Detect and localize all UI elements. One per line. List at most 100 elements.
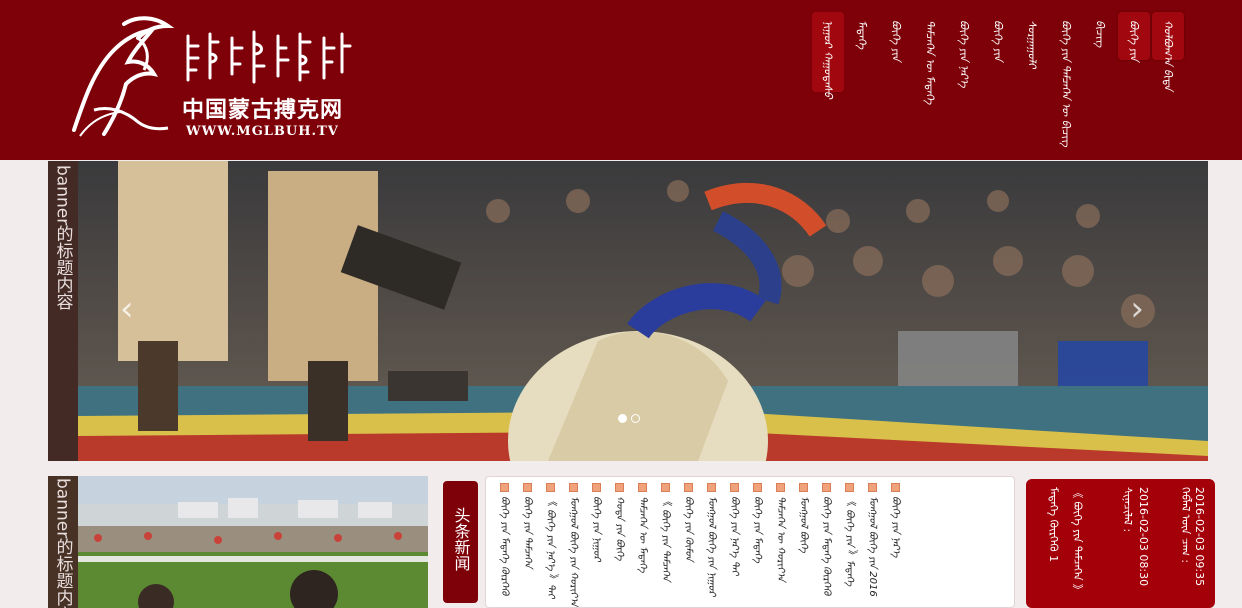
bullet-square-icon <box>844 483 854 492</box>
nav-item-label: ᠨᠢᠭᠤᠷ ᠬᠠᠭᠤᠳᠠᠰᠤ <box>821 20 835 99</box>
news-item-title: ᠲᠡᠮᠴᠡᠭᠡᠨ ᠦ ᠮᠡᠳᠡᠭᠡ <box>637 496 648 573</box>
nav-item-9[interactable]: ᠪᠦᠬᠡ ᠶᠢᠨ <box>880 12 912 132</box>
nav-item-label: ᠪᠦᠬᠡ ᠶᠢᠨ <box>991 20 1005 61</box>
bullet-square-icon <box>890 483 900 492</box>
wrestler-logo-icon <box>72 16 175 137</box>
news-item[interactable]: 《 ᠪᠦᠬᠡ ᠶᠢᠨ 》ᠮᠡᠳᠡᠭᠡ <box>839 483 859 607</box>
news-item[interactable]: ᠲᠡᠮᠴᠡᠭᠡᠨ ᠦ ᠬᠣᠷᠢᠶ᠎ᠠ <box>770 483 790 607</box>
banner-wrestling-photo <box>78 161 1208 461</box>
news-item[interactable]: ᠲᠡᠮᠴᠡᠭᠡᠨ ᠦ ᠮᠡᠳᠡᠭᠡ <box>632 483 652 607</box>
site-chinese-name: 中国蒙古搏克网 <box>182 97 344 123</box>
banner-caption: banner的标题内容 <box>52 165 73 311</box>
bullet-square-icon <box>729 483 739 492</box>
nav-item-label: ᠪᠢᠴᠢᠭ <box>1093 20 1107 48</box>
nav-item-10[interactable]: ᠮᠡᠳᠡᠭᠡ <box>846 12 878 132</box>
nav-item-3[interactable]: ᠪᠢᠴᠢᠭ <box>1084 12 1116 132</box>
info-published-time: 2016-02-03 09:35 <box>1193 487 1206 587</box>
headline-news-tab[interactable]: 头条新闻 <box>443 481 478 603</box>
news-item-title: ᠬᠣᠲᠠ ᠶᠢᠨ ᠪᠦᠬᠡ <box>614 496 625 561</box>
bullet-square-icon <box>821 483 831 492</box>
info-count: ᠮᠡᠳᠡᠭᠡ ᠬᠦᠷᠭᠡᠬᠦ 1 <box>1047 487 1060 563</box>
news-item-title: ᠮᠣᠩᠭᠣᠯ ᠪᠦᠬᠡ <box>798 496 809 553</box>
bullet-square-icon <box>867 483 877 492</box>
nav-item-label: ᠪᠦᠬᠡ ᠶᠢᠨ ᠲᠡᠮᠴᠡᠭᠡᠨ ᠦ ᠪᠢᠴᠢᠭ <box>1059 20 1073 147</box>
news-item[interactable]: ᠪᠦᠬᠡ ᠶᠢᠨ ᠬᠦᠮᠦᠨ <box>678 483 698 607</box>
news-item[interactable]: ᠮᠣᠩᠭᠣᠯ ᠪᠦᠬᠡ ᠶᠢᠨ ᠬᠣᠷᠢᠶ᠎ᠠ <box>563 483 583 607</box>
bullet-square-icon <box>499 483 509 492</box>
secondary-banner-caption-strip: banner的标题内容 <box>48 476 78 608</box>
nav-item-4[interactable]: ᠪᠦᠬᠡ ᠶᠢᠨ ᠲᠡᠮᠴᠡᠭᠡᠨ ᠦ ᠪᠢᠴᠢᠭ <box>1050 12 1082 147</box>
mongolian-title-script <box>186 30 352 84</box>
news-item[interactable]: ᠪᠦᠬᠡ ᠶᠢᠨ ᠮᠡᠳᠡᠭᠡ ᠬᠦᠷᠭᠡᠬᠦ <box>816 483 836 607</box>
nav-item-8[interactable]: ᠲᠡᠮᠴᠡᠭᠡᠨ ᠦ ᠮᠡᠳᠡᠭᠡ <box>914 12 946 132</box>
news-item-title: ᠪᠦᠬᠡ ᠶᠢᠨ ᠮᠡᠳᠡᠭᠡ <box>752 496 763 563</box>
news-item[interactable]: ᠪᠦᠬᠡ ᠶᠢᠨ ᠨᠢᠭᠤᠷ <box>586 483 606 607</box>
bullet-square-icon <box>637 483 647 492</box>
banner-carousel[interactable]: banner的标题内容 ‹ › <box>48 161 1208 461</box>
news-item-title: ᠪᠦᠬᠡ ᠶᠢᠨ ᠨᠡᠷ᠎ᠡ ᠲᠠᠢ <box>729 496 740 576</box>
news-item[interactable]: ᠬᠣᠲᠠ ᠶᠢᠨ ᠪᠦᠬᠡ <box>609 483 629 607</box>
news-item-title: 《 ᠪᠦᠬᠡ ᠶᠢᠨ ᠨᠡᠷ᠎ᠡ 》ᠲᠠᠢ <box>545 496 556 599</box>
news-item[interactable]: 《 ᠪᠦᠬᠡ ᠶᠢᠨ ᠲᠡᠮᠴᠡᠭᠡᠨ <box>655 483 675 607</box>
bullet-square-icon <box>522 483 532 492</box>
news-item-title: ᠪᠦᠬᠡ ᠶᠢᠨ ᠨᠡᠷ᠎ᠡ <box>890 496 901 558</box>
nav-item-contact[interactable]: ᠬᠣᠯᠪᠣᠭ᠎ᠠ ᠪᠢᠳᠡ <box>1152 12 1184 91</box>
site-logo[interactable]: 中国蒙古搏克网 WWW.MGLBUH.TV <box>64 10 354 140</box>
nav-item-label: ᠮᠡᠳᠡᠭᠡ <box>855 20 869 50</box>
nav-item-11[interactable]: ᠨᠢᠭᠤᠷ ᠬᠠᠭᠤᠳᠠᠰᠤ <box>812 12 844 99</box>
bullet-square-icon <box>752 483 762 492</box>
nav-item-label: ᠰᠤᠷᠭᠠᠭᠤᠯᠢ <box>1025 20 1039 69</box>
news-item[interactable]: ᠮᠣᠩᠭᠣᠯ ᠪᠦᠬᠡ <box>793 483 813 607</box>
news-item[interactable]: ᠪᠦᠬᠡ ᠶᠢᠨ ᠨᠡᠷ᠎ᠡ <box>885 483 905 607</box>
main-nav: ᠬᠣᠯᠪᠣᠭ᠎ᠠ ᠪᠢᠳᠡ ᠪᠦᠬᠡ ᠶᠢᠨ ᠪᠢᠴᠢᠭ ᠪᠦᠬᠡ ᠶᠢᠨ ᠲᠡ… <box>812 12 1184 147</box>
news-list: ᠪᠦᠬᠡ ᠶᠢᠨ ᠮᠡᠳᠡᠭᠡ ᠬᠦᠷᠭᠡᠬᠦ ᠪᠦᠬᠡ ᠶᠢᠨ ᠲᠡᠮᠴᠡᠭᠡᠨ… <box>494 483 905 607</box>
info-updated-time: 2016-02-03 08:30 <box>1137 487 1150 587</box>
secondary-banner-caption: banner的标题内容 <box>52 478 73 608</box>
news-item-title: ᠪᠦᠬᠡ ᠶᠢᠨ ᠮᠡᠳᠡᠭᠡ ᠬᠦᠷᠭᠡᠬᠦ <box>821 496 832 596</box>
banner-dot-2[interactable] <box>631 414 640 423</box>
nav-item-7[interactable]: ᠪᠦᠬᠡ ᠶᠢᠨ ᠨᠡᠷ᠎ᠡ <box>948 12 980 132</box>
banner-prev-arrow[interactable]: ‹ <box>120 289 134 329</box>
secondary-banner-photo <box>78 476 428 608</box>
info-source: 《 ᠪᠦᠬᠡ ᠶᠢᠨ ᠲᠡᠮᠴᠡᠭᠡᠨ 》 <box>1071 487 1084 596</box>
nav-item-label: ᠪᠦᠬᠡ ᠶᠢᠨ <box>1127 20 1141 61</box>
nav-item-label: ᠬᠣᠯᠪᠣᠭ᠎ᠠ ᠪᠢᠳᠡ <box>1161 20 1175 91</box>
nav-item-6[interactable]: ᠪᠦᠬᠡ ᠶᠢᠨ <box>982 12 1014 132</box>
bullet-square-icon <box>568 483 578 492</box>
news-item-title: ᠮᠣᠩᠭᠣᠯ ᠪᠦᠬᠡ ᠶᠢᠨ ᠬᠣᠷᠢᠶ᠎ᠠ <box>568 496 579 607</box>
news-item-title: ᠪᠦᠬᠡ ᠶᠢᠨ ᠬᠦᠮᠦᠨ <box>683 496 694 562</box>
news-item[interactable]: ᠮᠣᠩᠭᠣᠯ ᠪᠦᠬᠡ ᠶᠢᠨ ᠨᠢᠭᠤᠷ <box>701 483 721 607</box>
news-item[interactable]: ᠮᠣᠩᠭᠣᠯ ᠪᠦᠬᠡ ᠶᠢᠨ 2016 <box>862 483 882 607</box>
bullet-square-icon <box>660 483 670 492</box>
bullet-square-icon <box>683 483 693 492</box>
headline-news-label: 头条新闻 <box>451 507 471 571</box>
news-item-title: 《 ᠪᠦᠬᠡ ᠶᠢᠨ 》ᠮᠡᠳᠡᠭᠡ <box>844 496 855 587</box>
site-url: WWW.MGLBUH.TV <box>186 124 339 139</box>
bullet-square-icon <box>591 483 601 492</box>
news-item-title: ᠮᠣᠩᠭᠣᠯ ᠪᠦᠬᠡ ᠶᠢᠨ ᠨᠢᠭᠤᠷ <box>706 496 717 597</box>
news-item-title: ᠪᠦᠬᠡ ᠶᠢᠨ ᠨᠢᠭᠤᠷ <box>591 496 602 562</box>
bullet-square-icon <box>798 483 808 492</box>
secondary-banner[interactable]: banner的标题内容 <box>48 476 428 608</box>
news-item-title: ᠪᠦᠬᠡ ᠶᠢᠨ ᠲᠡᠮᠴᠡᠭᠡᠨ <box>522 496 533 568</box>
news-item[interactable]: ᠪᠦᠬᠡ ᠶᠢᠨ ᠮᠡᠳᠡᠭᠡ <box>747 483 767 607</box>
nav-item-5[interactable]: ᠰᠤᠷᠭᠠᠭᠤᠯᠢ <box>1016 12 1048 132</box>
news-item-title: ᠪᠦᠬᠡ ᠶᠢᠨ ᠮᠡᠳᠡᠭᠡ ᠬᠦᠷᠭᠡᠬᠦ <box>499 496 510 596</box>
nav-item-label: ᠪᠦᠬᠡ ᠶᠢᠨ <box>889 20 903 61</box>
news-item[interactable]: ᠪᠦᠬᠡ ᠶᠢᠨ ᠮᠡᠳᠡᠭᠡ ᠬᠦᠷᠭᠡᠬᠦ <box>494 483 514 607</box>
headline-news-panel: ᠪᠦᠬᠡ ᠶᠢᠨ ᠮᠡᠳᠡᠭᠡ ᠬᠦᠷᠭᠡᠬᠦ ᠪᠦᠬᠡ ᠶᠢᠨ ᠲᠡᠮᠴᠡᠭᠡᠨ… <box>485 476 1015 608</box>
banner-caption-strip: banner的标题内容 <box>48 161 78 461</box>
banner-next-arrow[interactable]: › <box>1130 289 1144 329</box>
site-header: 中国蒙古搏克网 WWW.MGLBUH.TV ᠬᠣᠯᠪᠣᠭ᠎ᠠ ᠪᠢᠳᠡ ᠪᠦᠬᠡ… <box>0 0 1242 160</box>
bullet-square-icon <box>545 483 555 492</box>
bullet-square-icon <box>614 483 624 492</box>
news-item[interactable]: 《 ᠪᠦᠬᠡ ᠶᠢᠨ ᠨᠡᠷ᠎ᠡ 》ᠲᠠᠢ <box>540 483 560 607</box>
info-panel: ᠬᠡᠪᠯᠡᠯ ᠦᠨ ᠴᠠᠭ : 2016-02-03 09:35 ᠰᠢᠨᠡᠴᠢᠯ… <box>1026 479 1215 608</box>
news-item[interactable]: ᠪᠦᠬᠡ ᠶᠢᠨ ᠲᠡᠮᠴᠡᠭᠡᠨ <box>517 483 537 607</box>
news-item-title: 《 ᠪᠦᠬᠡ ᠶᠢᠨ ᠲᠡᠮᠴᠡᠭᠡᠨ <box>660 496 671 582</box>
nav-item-home[interactable]: ᠪᠦᠬᠡ ᠶᠢᠨ <box>1118 12 1150 61</box>
banner-dot-1[interactable] <box>618 414 627 423</box>
news-item[interactable]: ᠪᠦᠬᠡ ᠶᠢᠨ ᠨᠡᠷ᠎ᠡ ᠲᠠᠢ <box>724 483 744 607</box>
banner-pagination <box>618 414 640 423</box>
news-item-title: ᠲᠡᠮᠴᠡᠭᠡᠨ ᠦ ᠬᠣᠷᠢᠶ᠎ᠠ <box>775 496 786 582</box>
